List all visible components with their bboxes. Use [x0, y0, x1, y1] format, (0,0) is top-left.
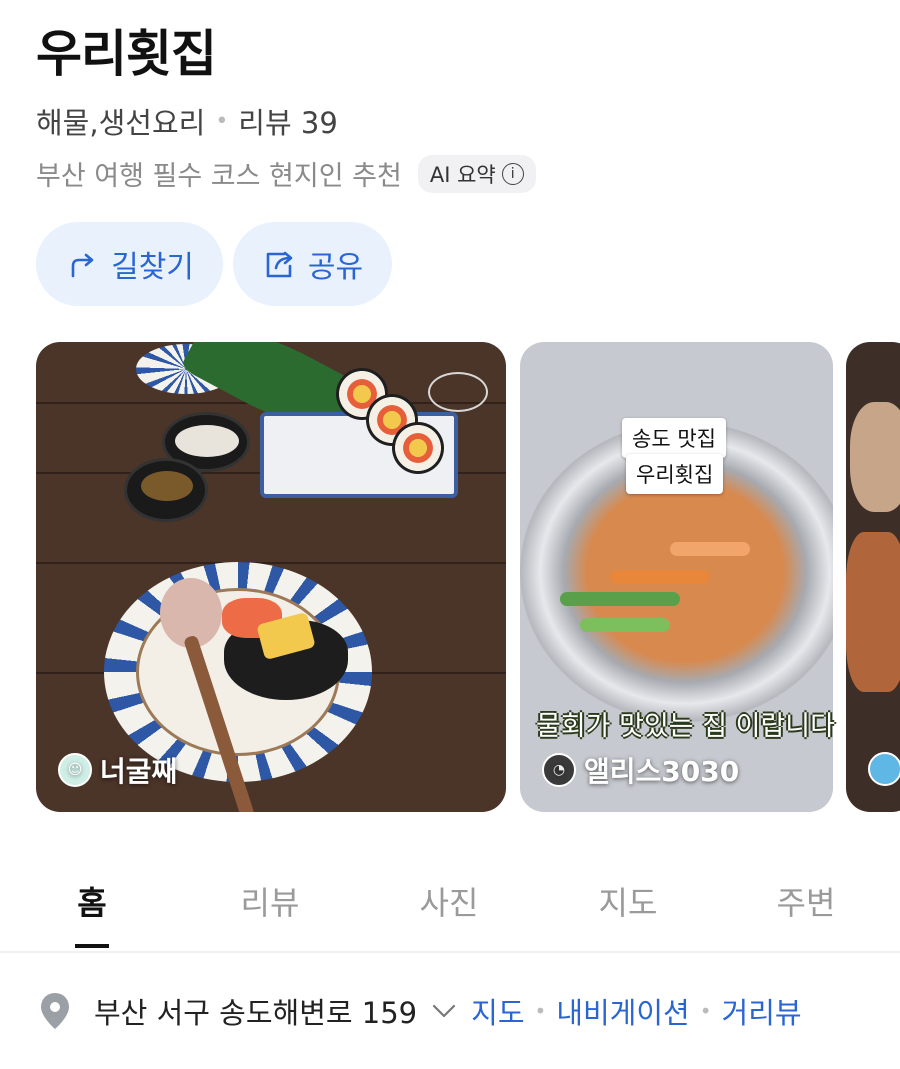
carrot-strip: [670, 542, 750, 556]
map-link[interactable]: 지도: [471, 990, 524, 1032]
tab-reviews[interactable]: 리뷰: [210, 878, 330, 924]
place-meta: 해물,생선요리 • 리뷰 39: [36, 100, 338, 142]
photo-tag: 우리횟집: [626, 454, 724, 494]
wine-glass: [428, 372, 488, 412]
tab-home[interactable]: 홈: [32, 878, 152, 924]
review-count-link[interactable]: 리뷰 39: [238, 100, 337, 142]
photo-tag: 송도 맛집: [622, 418, 726, 458]
active-tab-indicator: [75, 944, 109, 948]
location-pin-icon: [41, 993, 69, 1029]
photo-author-2[interactable]: ◔ 앨리스3030: [542, 750, 739, 790]
tab-photos[interactable]: 사진: [389, 878, 509, 924]
video-caption: 물회가 맛있는 집 이랍니다: [536, 711, 835, 742]
avatar: [868, 752, 900, 786]
tab-nearby[interactable]: 주변: [746, 878, 866, 924]
carrot-strip: [610, 570, 710, 584]
place-summary: 부산 여행 필수 코스 현지인 추천: [36, 161, 402, 192]
cucumber-strip: [580, 618, 670, 632]
avatar: ☺: [58, 753, 92, 787]
tab-map[interactable]: 지도: [568, 878, 688, 924]
gimbap-slice: [392, 422, 444, 474]
tab-bar: 홈 리뷰 사진 지도 주변: [0, 862, 900, 952]
photo-card-1[interactable]: [36, 342, 506, 812]
author-name: 앨리스3030: [584, 755, 740, 788]
table-wood-grain: [36, 562, 506, 564]
stew: [846, 532, 900, 692]
photo-author-1[interactable]: ☺ 너굴째: [58, 750, 177, 790]
share-label: 공유: [307, 250, 364, 285]
author-name: 너굴째: [100, 755, 178, 788]
place-summary-row: 부산 여행 필수 코스 현지인 추천 AI 요약 i: [36, 154, 536, 193]
share-button[interactable]: 공유: [233, 222, 392, 306]
street-view-link[interactable]: 거리뷰: [722, 990, 802, 1032]
directions-button[interactable]: 길찾기: [36, 222, 223, 306]
navigation-link[interactable]: 내비게이션: [556, 990, 689, 1032]
link-separator: •: [534, 999, 547, 1023]
avatar: ◔: [542, 753, 576, 787]
link-separator: •: [699, 999, 712, 1023]
place-category: 해물,생선요리: [36, 106, 206, 140]
info-icon: i: [501, 162, 524, 185]
chevron-down-icon[interactable]: [431, 1002, 457, 1020]
ai-summary-label: AI 요약: [429, 162, 496, 187]
cucumber-strip: [560, 592, 680, 606]
ai-summary-chip[interactable]: AI 요약 i: [417, 154, 536, 193]
directions-arrow-icon: [71, 253, 94, 278]
section-divider: [0, 951, 900, 953]
place-title: 우리횟집: [36, 25, 217, 83]
address-text[interactable]: 부산 서구 송도해변로 159: [94, 990, 417, 1032]
directions-label: 길찾기: [111, 250, 194, 285]
meta-separator: •: [215, 108, 229, 134]
food-item: [850, 402, 900, 512]
share-icon: [266, 251, 293, 278]
photo-card-3[interactable]: [846, 342, 900, 812]
side-dish-bowl: [124, 458, 208, 522]
address-row: 부산 서구 송도해변로 159 지도 • 내비게이션 • 거리뷰: [38, 990, 802, 1032]
